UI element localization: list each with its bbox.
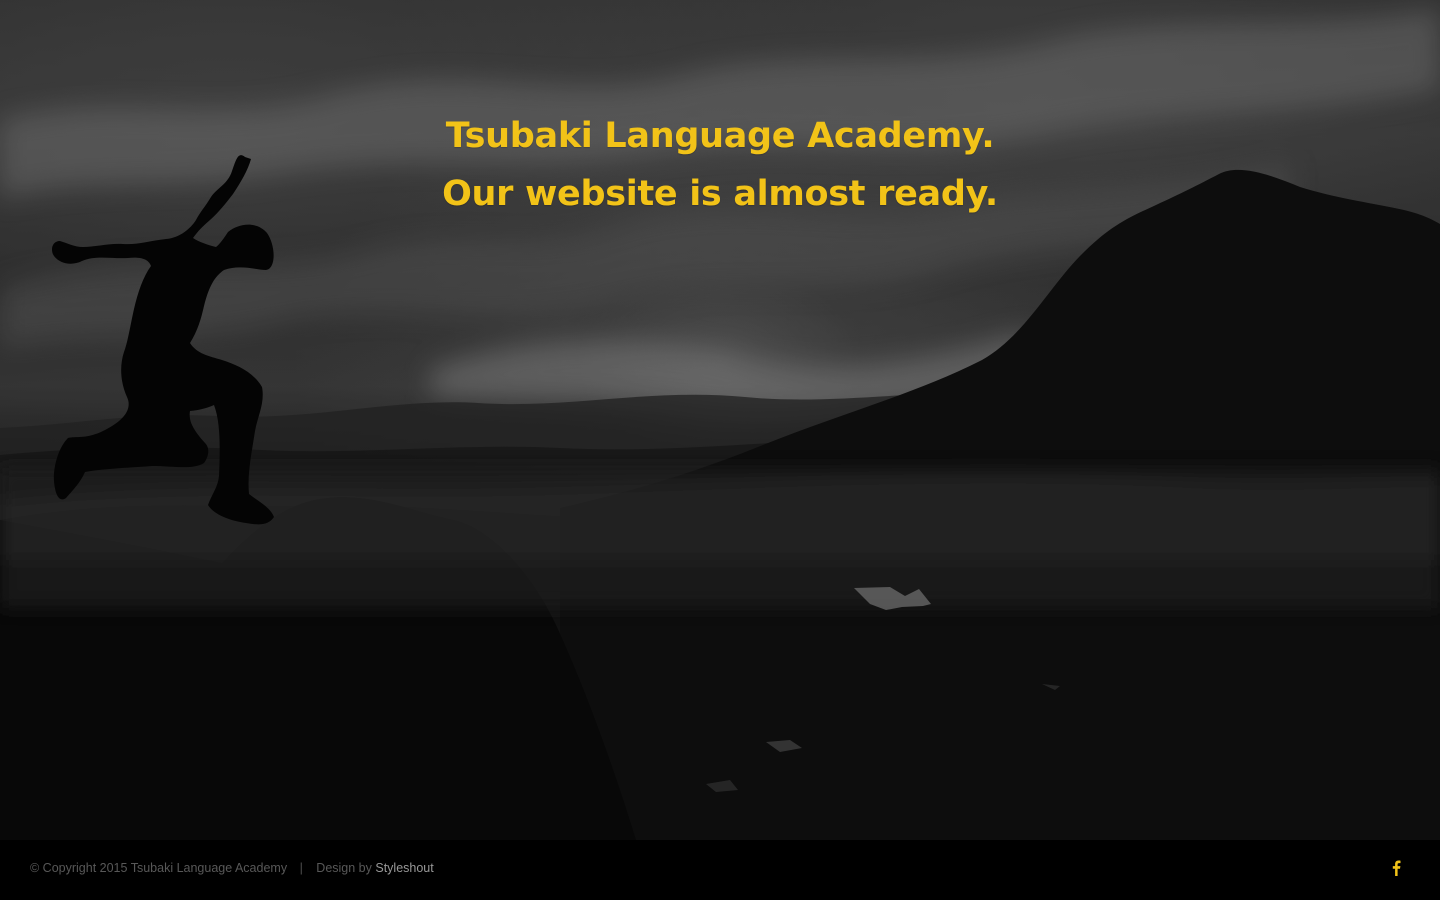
academy-name-line: Tsubaki Language Academy. — [445, 116, 995, 157]
design-prefix: Design by — [316, 861, 376, 875]
coming-soon-headline: Tsubaki Language Academy. Our website is… — [320, 107, 1120, 223]
facebook-link[interactable] — [1386, 858, 1406, 878]
hero-section: Tsubaki Language Academy. Our website is… — [0, 0, 1440, 840]
website-status-line: Our website is almost ready. — [442, 174, 998, 215]
coming-soon-page: Tsubaki Language Academy. Our website is… — [0, 0, 1440, 900]
copyright-text: © Copyright 2015 Tsubaki Language Academ… — [30, 861, 288, 875]
footer-credits: © Copyright 2015 Tsubaki Language Academ… — [30, 861, 434, 875]
footer-separator: | — [299, 861, 303, 875]
styleshout-link[interactable]: Styleshout — [375, 861, 433, 875]
facebook-icon — [1392, 860, 1401, 876]
site-footer: © Copyright 2015 Tsubaki Language Academ… — [0, 840, 1440, 900]
